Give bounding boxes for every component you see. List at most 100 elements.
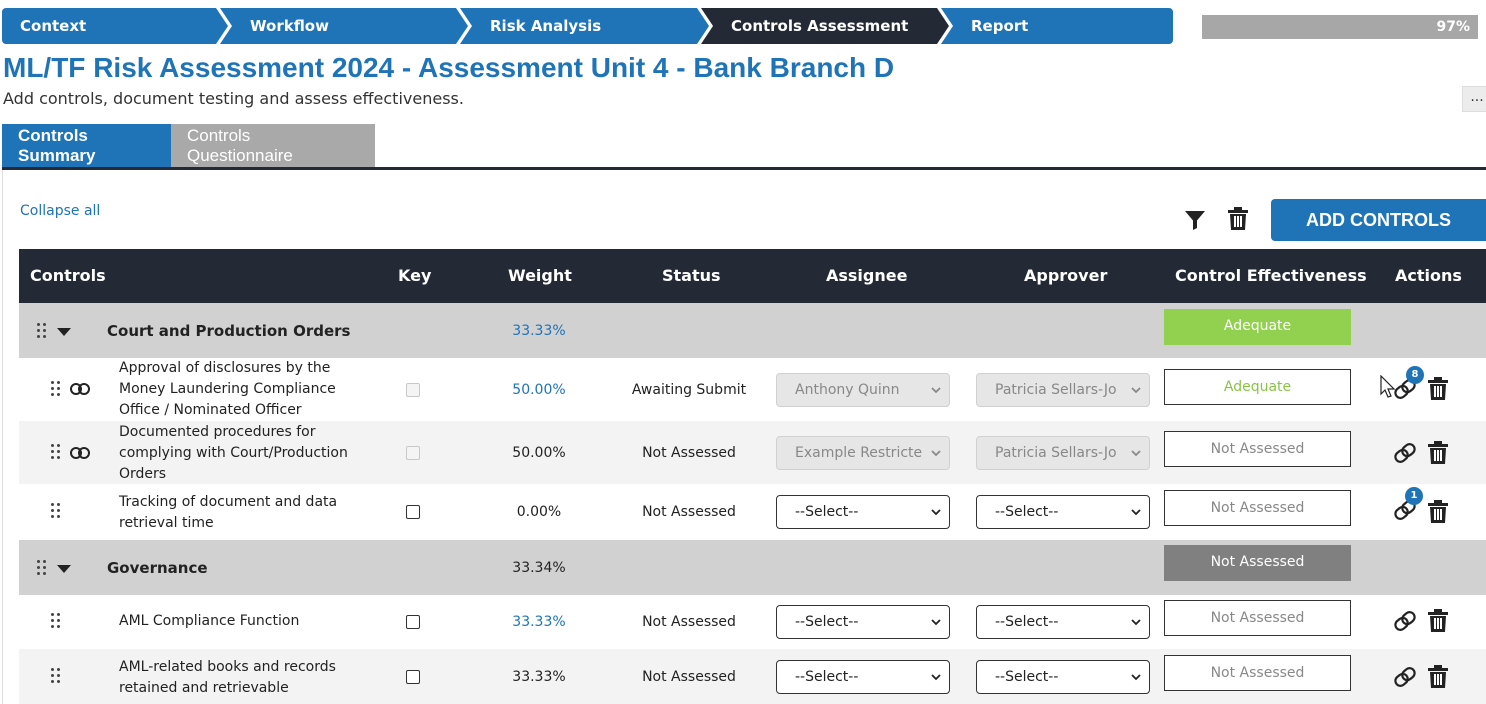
step-workflow[interactable]: Workflow [220, 8, 468, 44]
filter-icon[interactable] [1183, 208, 1207, 232]
drag-handle-icon[interactable] [51, 381, 63, 397]
tab-controls-summary[interactable]: Controls Summary [2, 124, 171, 167]
chevron-down-icon [931, 509, 941, 516]
table-row: Approval of disclosures by the Money Lau… [19, 358, 1486, 421]
chevron-down-icon [1131, 619, 1141, 626]
chevron-down-icon [1131, 450, 1141, 457]
progress-text: 97% [1436, 19, 1470, 35]
link-icon[interactable] [1392, 664, 1418, 690]
control-effectiveness[interactable]: Not Assessed [1164, 431, 1351, 467]
trash-icon[interactable] [1427, 609, 1449, 633]
collapse-caret-icon[interactable] [57, 328, 71, 336]
control-weight: 0.00% [516, 504, 562, 520]
more-options-button[interactable]: ... [1462, 86, 1486, 112]
approver-select: Patricia Sellars-Jo [976, 436, 1150, 470]
control-status: Not Assessed [642, 504, 736, 520]
assignee-select[interactable]: --Select-- [776, 660, 950, 694]
group-weight[interactable]: 33.33% [499, 323, 579, 339]
approver-select[interactable]: --Select-- [976, 605, 1150, 639]
collapse-all-link[interactable]: Collapse all [20, 203, 100, 219]
step-context[interactable]: Context [2, 8, 228, 44]
table-row: AML Compliance Function 33.33% Not Asses… [19, 595, 1486, 649]
assignee-select: Example Restricte [776, 436, 950, 470]
control-effectiveness[interactable]: Not Assessed [1164, 490, 1351, 526]
control-weight[interactable]: 33.33% [499, 614, 579, 630]
key-checkbox [406, 446, 420, 460]
control-status: Not Assessed [642, 669, 736, 685]
header-controls: Controls [30, 266, 106, 285]
drag-handle-icon[interactable] [51, 668, 63, 684]
chevron-down-icon [931, 450, 941, 457]
group-weight: 33.34% [512, 560, 566, 576]
control-effectiveness[interactable]: Not Assessed [1164, 655, 1351, 691]
header-key: Key [398, 266, 432, 285]
drag-handle-icon[interactable] [51, 444, 63, 460]
header-actions: Actions [1395, 266, 1462, 285]
collapse-caret-icon[interactable] [57, 565, 71, 573]
table-row: Tracking of document and data retrieval … [19, 484, 1486, 540]
chevron-down-icon [1131, 509, 1141, 516]
add-controls-button[interactable]: ADD CONTROLS [1271, 199, 1486, 241]
step-risk-analysis[interactable]: Risk Analysis [460, 8, 709, 44]
chevron-down-icon [1131, 674, 1141, 681]
chevron-down-icon [1131, 387, 1141, 394]
key-checkbox[interactable] [406, 670, 420, 684]
header-approver: Approver [1024, 266, 1108, 285]
assignee-value: --Select-- [795, 669, 859, 685]
step-label: Workflow [250, 17, 329, 35]
progress-fill [1202, 15, 1470, 39]
drag-handle-icon[interactable] [51, 613, 63, 629]
trash-icon[interactable] [1427, 377, 1449, 401]
control-name: AML Compliance Function [119, 613, 300, 629]
drag-handle-icon[interactable] [37, 560, 49, 576]
trash-icon[interactable] [1427, 500, 1449, 524]
progress-bar: 97% [1202, 15, 1478, 39]
control-weight: 33.33% [512, 669, 566, 685]
link-chain-icon [70, 383, 90, 395]
assignee-select: Anthony Quinn [776, 373, 950, 407]
group-row-governance: Governance 33.34% Not Assessed [19, 540, 1486, 595]
control-name: Tracking of document and data retrieval … [119, 494, 338, 531]
assignee-select[interactable]: --Select-- [776, 495, 950, 529]
assignee-select[interactable]: --Select-- [776, 605, 950, 639]
control-status: Not Assessed [642, 614, 736, 630]
key-checkbox[interactable] [406, 505, 420, 519]
control-effectiveness[interactable]: Adequate [1164, 369, 1351, 405]
group-name: Governance [107, 559, 208, 577]
trash-icon[interactable] [1427, 665, 1449, 689]
chevron-down-icon [931, 387, 941, 394]
drag-handle-icon[interactable] [37, 323, 49, 339]
tab-controls-questionnaire[interactable]: Controls Questionnaire [171, 124, 375, 167]
chevron-down-icon [931, 619, 941, 626]
assignee-value: --Select-- [795, 614, 859, 630]
approver-value: Patricia Sellars-Jo [995, 382, 1117, 398]
step-controls-assessment[interactable]: Controls Assessment [701, 8, 949, 44]
workflow-steps: Context Workflow Risk Analysis Controls … [2, 8, 1173, 44]
approver-select[interactable]: --Select-- [976, 495, 1150, 529]
step-report[interactable]: Report [941, 8, 1173, 44]
group-name: Court and Production Orders [107, 322, 351, 340]
approver-value: --Select-- [995, 504, 1059, 520]
approver-select[interactable]: --Select-- [976, 660, 1150, 694]
control-status: Awaiting Submit [631, 382, 747, 398]
control-weight: 50.00% [512, 445, 566, 461]
header-effectiveness: Control Effectiveness [1175, 266, 1367, 285]
trash-icon[interactable] [1427, 441, 1449, 465]
assignee-value: Example Restricte [795, 445, 923, 461]
group-effectiveness-badge: Adequate [1164, 309, 1351, 345]
link-icon[interactable] [1392, 440, 1418, 466]
key-checkbox[interactable] [406, 615, 420, 629]
table-row: Documented procedures for complying with… [19, 421, 1486, 484]
tab-bar: Controls Summary Controls Questionnaire [2, 124, 375, 167]
assignee-value: Anthony Quinn [795, 382, 900, 398]
drag-handle-icon[interactable] [51, 503, 63, 519]
control-effectiveness[interactable]: Not Assessed [1164, 600, 1351, 636]
approver-value: Patricia Sellars-Jo [995, 445, 1117, 461]
assignee-value: --Select-- [795, 504, 859, 520]
delete-all-icon[interactable] [1227, 207, 1251, 231]
control-status: Not Assessed [642, 445, 736, 461]
control-name: Documented procedures for complying with… [119, 424, 348, 482]
link-icon[interactable] [1392, 608, 1418, 634]
control-weight[interactable]: 50.00% [499, 382, 579, 398]
step-label: Risk Analysis [490, 17, 602, 35]
